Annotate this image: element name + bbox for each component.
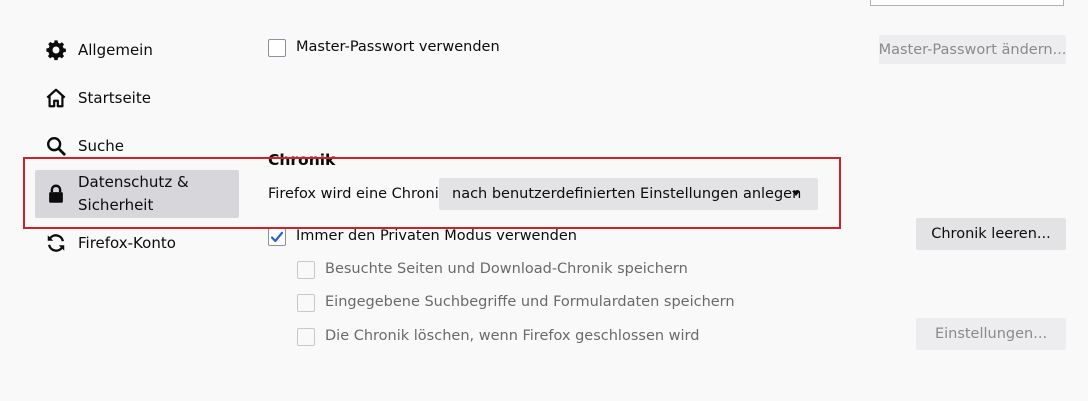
clear-on-close-checkbox[interactable] xyxy=(297,328,315,346)
sidebar-item-label: Startseite xyxy=(78,89,151,107)
always-private-label: Immer den Privaten Modus verwenden xyxy=(296,228,577,244)
clear-history-button[interactable]: Chronik leeren... xyxy=(916,218,1066,250)
remember-browsing-checkbox[interactable] xyxy=(297,261,315,279)
sidebar-item-firefox-account[interactable]: Firefox-Konto xyxy=(35,229,239,257)
change-master-password-button[interactable]: Master-Passwort ändern... xyxy=(879,35,1066,64)
clear-on-close-label: Die Chronik löschen, wenn Firefox geschl… xyxy=(325,328,700,344)
sidebar-item-search[interactable]: Suche xyxy=(35,132,239,160)
search-icon xyxy=(44,134,68,158)
history-settings-button[interactable]: Einstellungen... xyxy=(916,318,1066,350)
master-password-label: Master-Passwort verwenden xyxy=(296,39,500,55)
always-private-checkbox[interactable] xyxy=(268,228,286,246)
sidebar-item-label: Suche xyxy=(78,137,125,155)
highlight-annotation-box xyxy=(23,157,841,229)
remember-search-label: Eingegebene Suchbegriffe und Formulardat… xyxy=(325,294,735,310)
sync-icon xyxy=(44,231,68,255)
search-preferences-input[interactable] xyxy=(870,0,1064,6)
checkmark-icon xyxy=(270,231,284,243)
remember-browsing-label: Besuchte Seiten und Download-Chronik spe… xyxy=(325,261,688,277)
remember-search-checkbox[interactable] xyxy=(297,294,315,312)
sidebar-item-label: Allgemein xyxy=(78,41,153,59)
master-password-checkbox[interactable] xyxy=(268,39,286,57)
gear-icon xyxy=(44,38,68,62)
home-icon xyxy=(44,86,68,110)
sidebar-item-label: Firefox-Konto xyxy=(78,234,176,252)
sidebar-item-home[interactable]: Startseite xyxy=(35,84,239,112)
sidebar-item-general[interactable]: Allgemein xyxy=(35,36,239,64)
